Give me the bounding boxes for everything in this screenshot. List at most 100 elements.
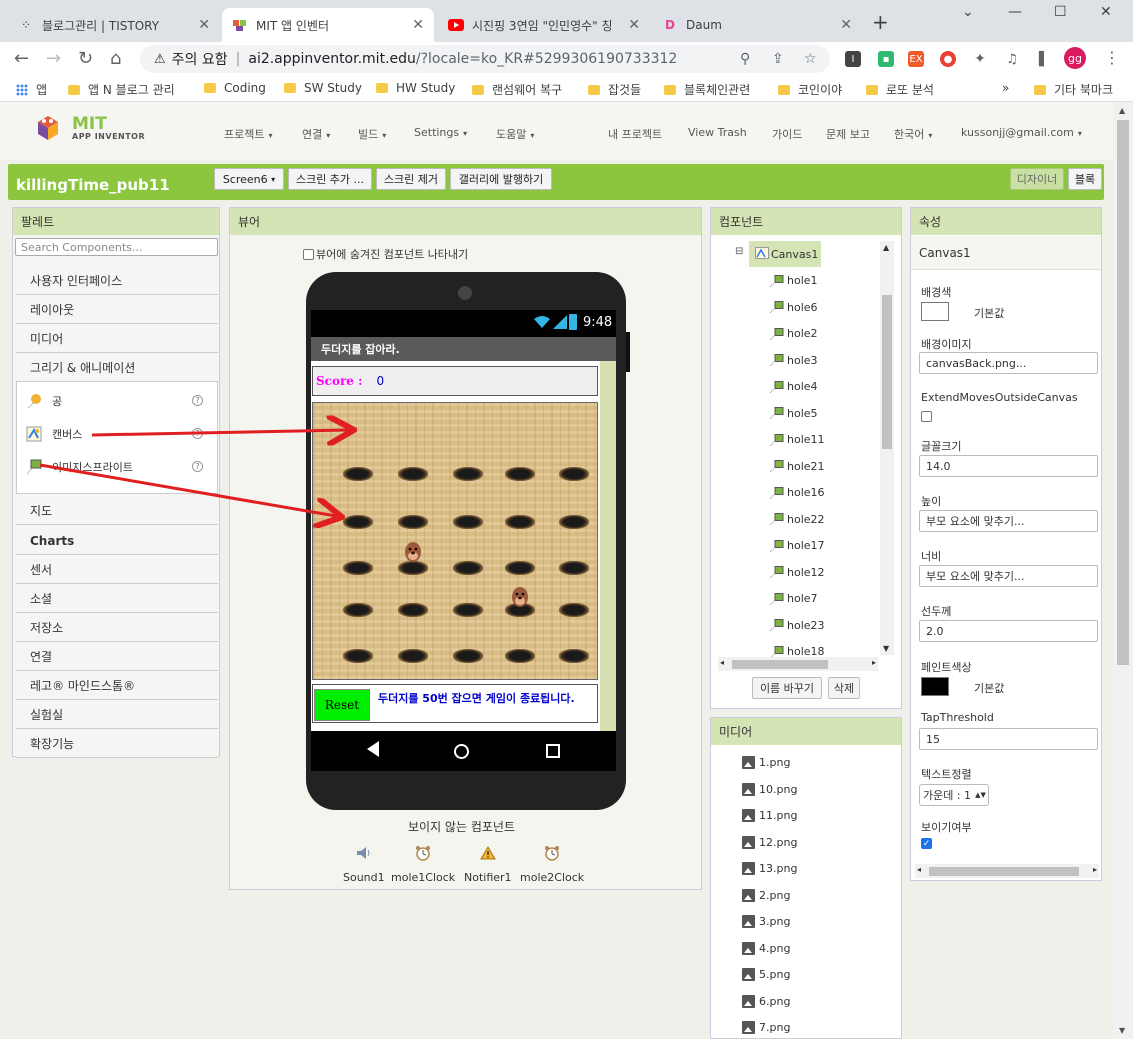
app-inventor-logo[interactable]: MIT APP INVENTOR (34, 112, 145, 144)
forward-icon[interactable]: → (46, 48, 61, 69)
palette-category-experimental[interactable]: 실험실 (16, 701, 218, 729)
close-icon[interactable]: ✕ (412, 17, 424, 33)
bookmark-star-icon[interactable]: ☆ (804, 51, 817, 67)
nonvisible-mole2clock[interactable]: mole2Clock (520, 843, 584, 884)
tree-item-hole23[interactable]: hole23 (770, 619, 825, 632)
tree-item-hole12[interactable]: hole12 (770, 566, 825, 579)
tree-item-hole2[interactable]: hole2 (770, 327, 818, 340)
back-icon[interactable]: ← (14, 48, 29, 69)
bookmark-item[interactable]: 블록체인관련 (664, 81, 750, 98)
paintcolor-value[interactable]: 기본값 (974, 680, 1004, 696)
mole-hole-sprite[interactable] (398, 603, 428, 617)
add-screen-button[interactable]: 스크린 추가 ... (288, 168, 372, 190)
more-menu-icon[interactable]: ⋮ (1104, 48, 1120, 67)
tree-scrollbar[interactable]: ▲ ▼ (880, 241, 894, 655)
palette-category-social[interactable]: 소셜 (16, 585, 218, 613)
tree-hscroll-thumb[interactable] (732, 660, 828, 669)
mole-hole-sprite[interactable] (343, 515, 373, 529)
palette-category-connectivity[interactable]: 연결 (16, 643, 218, 671)
tree-item-hole11[interactable]: hole11 (770, 433, 825, 446)
screen-select[interactable]: Screen6 ▾ (214, 168, 284, 190)
mole-hole-sprite[interactable] (453, 467, 483, 481)
blocks-button[interactable]: 블록 (1068, 168, 1102, 190)
properties-hscrollbar[interactable]: ◂ ▸ (915, 864, 1099, 878)
menu-settings[interactable]: Settings ▾ (414, 126, 467, 139)
textalign-select[interactable]: 가운데 : 1 ▲▼ (919, 784, 989, 806)
puzzle-icon[interactable]: ✦ (972, 51, 988, 67)
media-file[interactable]: 6.png (742, 994, 790, 1008)
view-trash-link[interactable]: View Trash (688, 126, 747, 139)
palette-category-extensions[interactable]: 확장기능 (16, 730, 218, 758)
extension-icon[interactable]: ● (940, 51, 956, 67)
media-file[interactable]: 3.png (742, 915, 790, 928)
bookmark-item[interactable]: 앱 N 블로그 관리 (68, 81, 175, 98)
share-icon[interactable]: ⇪ (772, 51, 784, 67)
bgimage-field[interactable]: canvasBack.png... (919, 352, 1098, 374)
mole-hole-sprite[interactable] (505, 515, 535, 529)
palette-category-lego[interactable]: 레고® 마인드스톰® (16, 672, 218, 700)
bookmark-item[interactable]: 랜섬웨어 복구 (472, 81, 562, 98)
bookmark-item[interactable]: 코인이야 (778, 81, 842, 98)
mole-hole-sprite[interactable] (453, 649, 483, 663)
bookmarks-overflow[interactable]: » (1002, 81, 1009, 95)
visible-checkbox[interactable]: ✓ (921, 838, 932, 849)
media-control-icon[interactable]: ♫ (1004, 51, 1020, 67)
scroll-thumb[interactable] (1117, 120, 1129, 665)
mole-hole-sprite[interactable] (453, 515, 483, 529)
mole-hole-sprite[interactable] (343, 649, 373, 663)
tree-hscrollbar[interactable]: ◂ ▸ (718, 657, 878, 671)
scroll-down-icon[interactable]: ▼ (1119, 1026, 1125, 1035)
tree-item-hole22[interactable]: hole22 (770, 513, 825, 526)
palette-category-layout[interactable]: 레이아웃 (16, 296, 218, 324)
mole-hole-sprite[interactable] (398, 515, 428, 529)
scroll-right-icon[interactable]: ▸ (872, 658, 876, 667)
show-hidden-checkbox[interactable] (303, 248, 314, 260)
mole-hole-sprite[interactable] (453, 561, 483, 575)
scroll-up-icon[interactable]: ▲ (1119, 106, 1125, 115)
extension-icon[interactable]: ▪ (878, 51, 894, 67)
tree-item-hole5[interactable]: hole5 (770, 407, 818, 420)
new-tab-icon[interactable]: + (872, 10, 889, 34)
mole-hole-sprite[interactable] (505, 649, 535, 663)
home-icon[interactable]: ⌂ (110, 48, 121, 69)
tree-scroll-thumb[interactable] (882, 295, 892, 449)
mole-hole-sprite[interactable] (559, 467, 589, 481)
maximize-icon[interactable]: ☐ (1054, 4, 1067, 20)
remove-screen-button[interactable]: 스크린 제거 (376, 168, 446, 190)
palette-item-imagesprite[interactable]: 이미지스프라이트 (26, 459, 133, 475)
menu-build[interactable]: 빌드 ▾ (358, 126, 386, 142)
extension-icon[interactable]: EX (908, 51, 924, 67)
component-search-input[interactable]: Search Components... (15, 238, 218, 256)
collapse-icon[interactable]: ⊟ (735, 246, 743, 257)
help-icon[interactable]: ? (192, 395, 203, 406)
bgcolor-value[interactable]: 기본값 (974, 305, 1004, 321)
menu-project[interactable]: 프로젝트 ▾ (224, 126, 273, 142)
palette-category-drawing[interactable]: 그리기 & 애니메이션 (16, 354, 218, 382)
mole-hole-sprite[interactable] (559, 561, 589, 575)
bgcolor-swatch[interactable] (921, 302, 949, 321)
scroll-up-icon[interactable]: ▲ (883, 243, 889, 252)
show-hidden-toggle[interactable]: 뷰어에 숨겨진 컴포넌트 나타내기 (303, 246, 468, 262)
media-file[interactable]: 10.png (742, 782, 797, 796)
mole-sprite[interactable] (510, 586, 530, 608)
bookmark-item[interactable]: 로또 분석 (866, 81, 934, 98)
mole-hole-sprite[interactable] (559, 515, 589, 529)
zoom-icon[interactable]: ⚲ (740, 51, 750, 67)
page-scrollbar[interactable]: ▲ ▼ (1113, 102, 1133, 1039)
menu-connect[interactable]: 연결 ▾ (302, 126, 330, 142)
mole-hole-sprite[interactable] (398, 561, 428, 575)
scroll-left-icon[interactable]: ◂ (917, 865, 921, 874)
reset-button[interactable]: Reset (314, 689, 370, 721)
paintcolor-swatch[interactable] (921, 677, 949, 696)
fontsize-field[interactable]: 14.0 (919, 455, 1098, 477)
media-file[interactable]: 13.png (742, 862, 797, 875)
game-canvas[interactable] (312, 402, 598, 680)
width-field[interactable]: 부모 요소에 맞추기... (919, 565, 1098, 587)
mole-hole-sprite[interactable] (398, 467, 428, 481)
mole-hole-sprite[interactable] (398, 649, 428, 663)
mole-hole-sprite[interactable] (343, 561, 373, 575)
tab-daum[interactable]: D Daum ✕ (652, 8, 862, 42)
my-projects-link[interactable]: 내 프로젝트 (608, 126, 662, 142)
linewidth-field[interactable]: 2.0 (919, 620, 1098, 642)
bookmark-item[interactable]: Coding (204, 81, 266, 95)
